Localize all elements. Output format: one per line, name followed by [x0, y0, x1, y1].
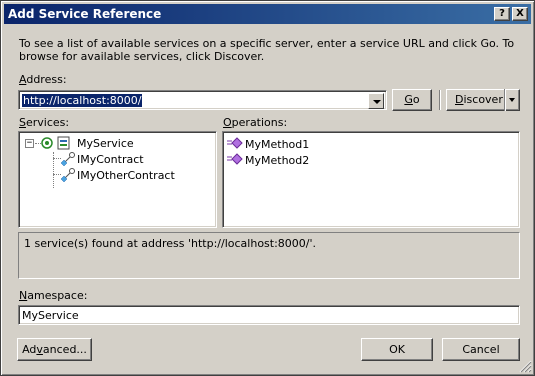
- operations-label: Operations:: [223, 116, 288, 129]
- namespace-label: Namespace:: [19, 289, 88, 302]
- go-button[interactable]: Go: [392, 89, 432, 111]
- title-bar[interactable]: Add Service Reference ? X: [4, 4, 531, 24]
- close-button[interactable]: X: [512, 7, 528, 21]
- toolbar-separator: [439, 90, 441, 110]
- close-icon: X: [516, 8, 524, 19]
- services-tree[interactable]: − MyService IMyContract IMyOtherContract: [18, 131, 217, 228]
- help-icon: ?: [499, 8, 505, 19]
- address-input[interactable]: http://localhost:8000/: [22, 94, 143, 107]
- split-divider: [504, 89, 506, 111]
- address-label: Address:: [19, 73, 67, 86]
- tree-item-label: IMyContract: [77, 153, 144, 166]
- ok-button[interactable]: OK: [361, 338, 433, 361]
- advanced-button[interactable]: Advanced...: [17, 338, 92, 361]
- tree-line: [53, 174, 61, 175]
- discover-dropdown-arrow-icon[interactable]: [509, 98, 515, 102]
- operation-label: MyMethod2: [245, 154, 310, 167]
- operation-label: MyMethod1: [245, 138, 310, 151]
- method-icon: [227, 153, 243, 165]
- method-icon: [227, 137, 243, 149]
- operations-list[interactable]: MyMethod1 MyMethod2: [222, 131, 520, 228]
- collapse-expander[interactable]: −: [25, 139, 34, 148]
- status-text: 1 service(s) found at address 'http://lo…: [24, 237, 317, 250]
- resize-grip-icon[interactable]: [519, 360, 532, 373]
- services-label: Services:: [19, 116, 70, 129]
- namespace-input[interactable]: MyService: [22, 309, 79, 322]
- namespace-field[interactable]: MyService: [18, 305, 520, 325]
- dropdown-arrow-icon: [373, 100, 381, 104]
- cancel-button[interactable]: Cancel: [442, 338, 520, 361]
- help-button[interactable]: ?: [494, 7, 510, 21]
- description-text: To see a list of available services on a…: [19, 37, 515, 63]
- discover-split-button[interactable]: Discover: [446, 89, 520, 111]
- tree-item-label: MyService: [77, 137, 134, 150]
- contract-icon: [61, 168, 75, 182]
- address-dropdown-button[interactable]: [368, 93, 384, 109]
- service-icon: [41, 136, 70, 150]
- tree-item-label: IMyOtherContract: [77, 169, 175, 182]
- status-panel: 1 service(s) found at address 'http://lo…: [18, 232, 520, 279]
- tree-line: [53, 158, 61, 159]
- window-title: Add Service Reference: [8, 7, 162, 21]
- contract-icon: [61, 152, 75, 166]
- dialog-window: Add Service Reference ? X To see a list …: [0, 0, 535, 376]
- address-combobox[interactable]: http://localhost:8000/: [18, 90, 387, 110]
- discover-button[interactable]: Discover: [455, 90, 503, 110]
